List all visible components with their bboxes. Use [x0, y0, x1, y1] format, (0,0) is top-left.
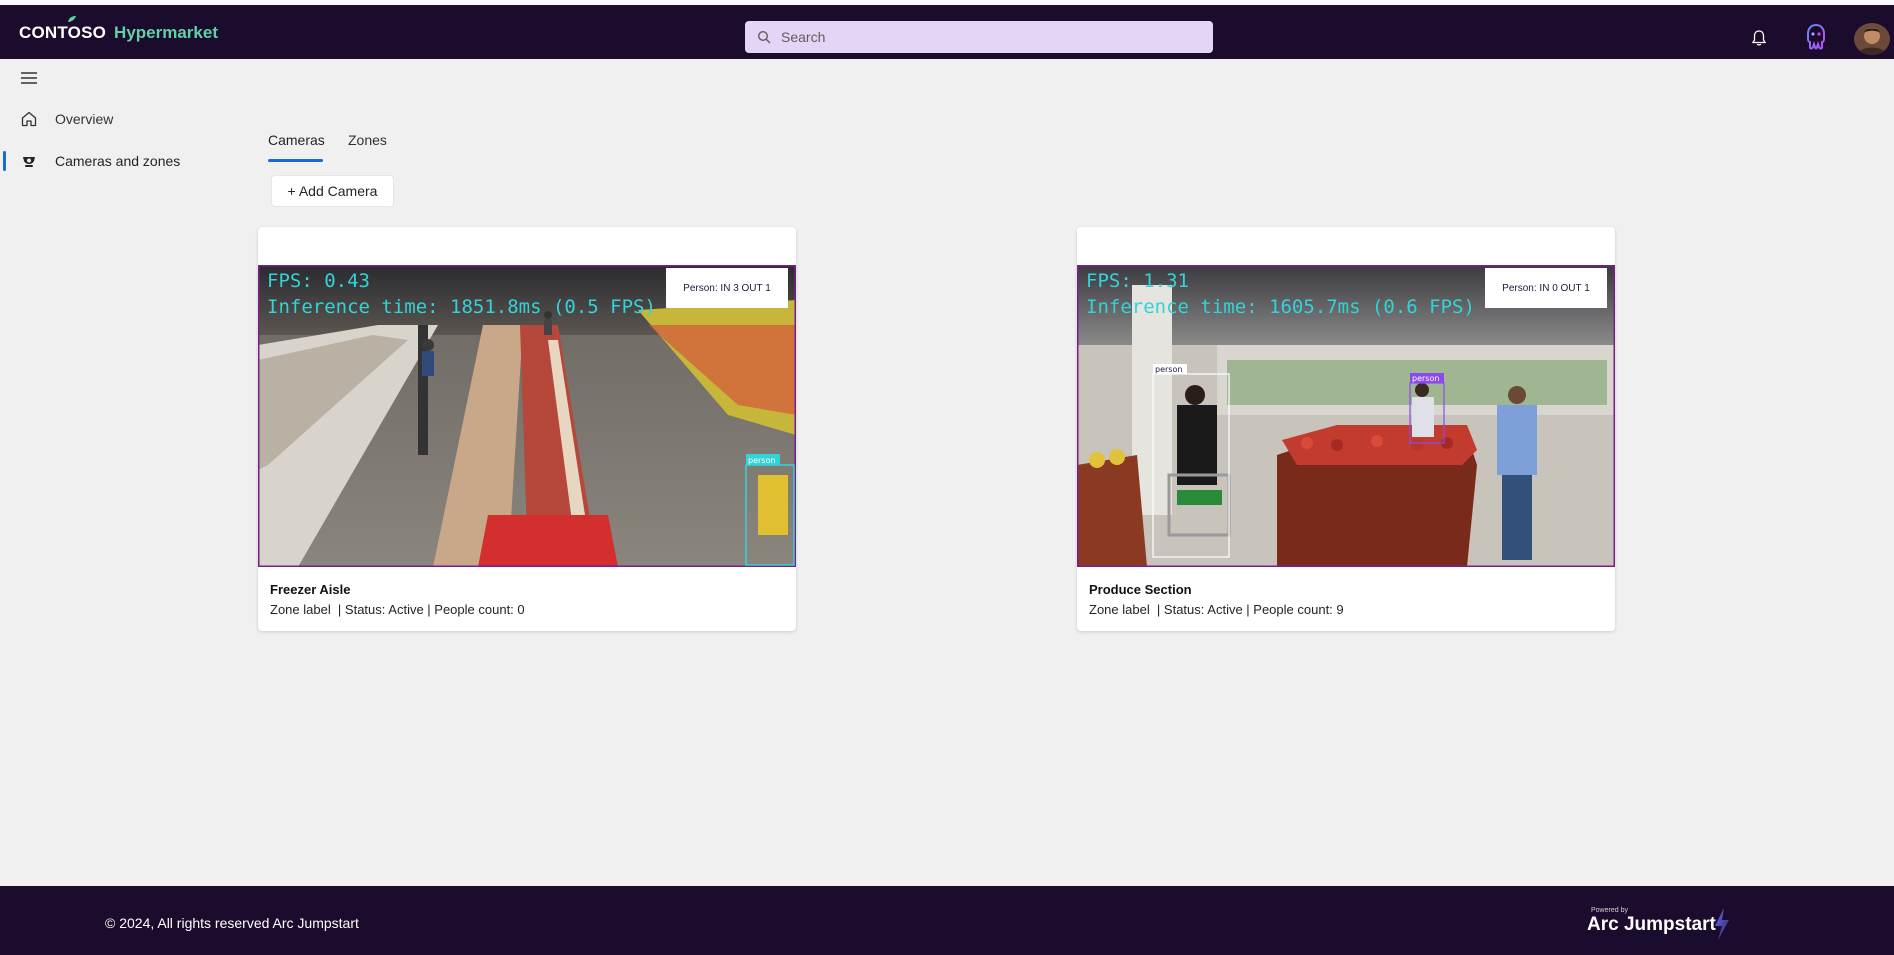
search-icon — [757, 30, 771, 44]
detection-label: person — [1155, 365, 1182, 374]
lightning-bolt-icon — [1715, 908, 1729, 940]
camera-meta: Zone label | Status: Active | People cou… — [1089, 602, 1344, 617]
inference-overlay: Inference time: 1851.8ms (0.5 FPS) — [267, 296, 656, 318]
powered-by-text: Powered by — [1591, 907, 1628, 914]
detection-label: person — [748, 456, 775, 465]
camera-card[interactable]: person FPS: 0.43 Inference time: 1851.8m… — [258, 227, 796, 631]
sidebar-item-cameras-and-zones[interactable]: Cameras and zones — [0, 143, 250, 179]
camera-feed-image: person FPS: 0.43 Inference time: 1851.8m… — [258, 265, 796, 567]
brand-logo[interactable]: CONTOSO Hypermarket — [19, 16, 218, 47]
search-box[interactable] — [745, 21, 1213, 53]
brand-name: CONTOSO — [19, 23, 107, 42]
camera-title: Freezer Aisle — [270, 582, 351, 597]
tab-cameras[interactable]: Cameras — [268, 132, 325, 148]
footer: © 2024, All rights reserved Arc Jumpstar… — [0, 886, 1894, 955]
brand-subtitle: Hypermarket — [114, 23, 218, 42]
leaf-icon — [68, 16, 76, 22]
inference-overlay: Inference time: 1605.7ms (0.6 FPS) — [1086, 296, 1475, 318]
camera-feed-image: person person FPS: 1.31 Inference time: … — [1077, 265, 1615, 567]
sidebar-item-label: Overview — [55, 111, 114, 127]
detection-label: person — [1412, 374, 1439, 383]
camera-meta: Zone label | Status: Active | People cou… — [270, 602, 525, 617]
people-counter-badge: Person: IN 0 OUT 1 — [1485, 268, 1607, 308]
arc-jumpstart-logo-text[interactable]: Arc Jumpstart — [1587, 914, 1716, 936]
user-avatar[interactable] — [1854, 23, 1890, 55]
copyright-text: © 2024, All rights reserved Arc Jumpstar… — [105, 915, 359, 931]
hamburger-menu-icon[interactable] — [20, 70, 38, 86]
copilot-icon[interactable] — [1801, 22, 1831, 52]
active-tab-underline — [268, 159, 323, 162]
camera-card[interactable]: person person FPS: 1.31 Inference time: … — [1077, 227, 1615, 631]
sidebar-item-label: Cameras and zones — [55, 153, 181, 169]
add-camera-button[interactable]: + Add Camera — [271, 175, 394, 207]
camera-icon — [23, 157, 35, 167]
sidebar-item-overview[interactable]: Overview — [0, 101, 250, 137]
fps-overlay: FPS: 1.31 — [1086, 270, 1189, 292]
fps-overlay: FPS: 0.43 — [267, 270, 370, 292]
notifications-bell-icon[interactable] — [1750, 29, 1768, 47]
home-icon — [21, 111, 37, 127]
top-app-bar: CONTOSO Hypermarket — [0, 5, 1894, 59]
people-counter-badge: Person: IN 3 OUT 1 — [666, 268, 788, 308]
search-input[interactable] — [781, 29, 1201, 45]
tab-zones[interactable]: Zones — [348, 132, 387, 148]
camera-title: Produce Section — [1089, 582, 1192, 597]
